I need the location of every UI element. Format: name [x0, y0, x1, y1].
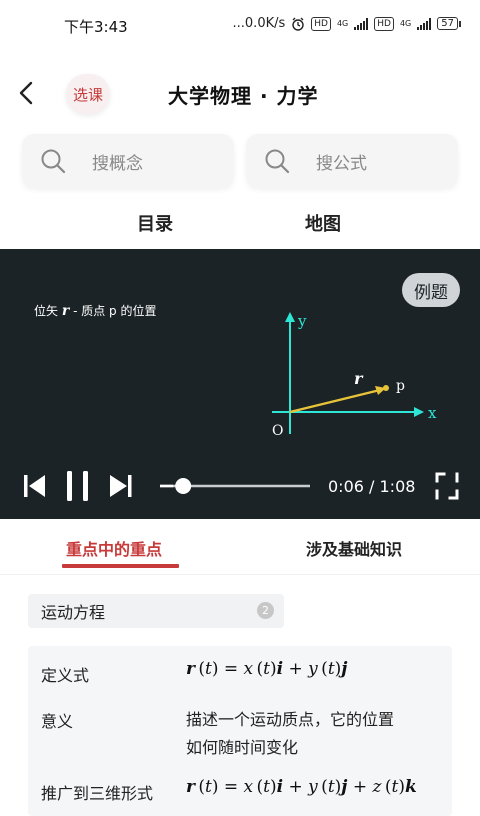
y-axis-label: y	[297, 312, 307, 330]
origin-label: O	[272, 423, 283, 439]
tab-basics[interactable]: 涉及基础知识	[306, 536, 402, 560]
signal-icon	[354, 17, 369, 30]
meaning-label: 意义	[41, 712, 74, 731]
search-icon	[265, 149, 290, 174]
hd-badge-1: HD	[311, 16, 331, 31]
definition-label: 定义式	[41, 666, 90, 685]
network-type-2: 4G	[399, 19, 412, 28]
section-title: 运动方程	[41, 603, 106, 622]
alarm-icon	[292, 17, 304, 31]
tab-active-indicator	[62, 564, 179, 568]
status-icons: ...0.0K/s HD 4G HD 4G 57	[232, 16, 461, 31]
back-button[interactable]	[14, 80, 40, 106]
search-concept-placeholder: 搜概念	[92, 153, 143, 174]
x-axis-arrow	[414, 407, 424, 417]
fullscreen-icon[interactable]	[435, 472, 459, 500]
hd-badge-2: HD	[374, 16, 394, 31]
tab-divider	[0, 574, 480, 575]
skip-forward-icon[interactable]	[110, 475, 132, 497]
vector-label: r	[354, 369, 364, 388]
tab-key-points[interactable]: 重点中的重点	[66, 536, 162, 560]
position-vector-diagram: x y O r p	[272, 312, 437, 439]
select-course-button[interactable]: 选课	[66, 74, 110, 114]
x-axis-label: x	[428, 404, 437, 422]
network-type-1: 4G	[336, 19, 349, 28]
skip-back-icon[interactable]	[24, 475, 45, 497]
page-title: 大学物理 · 力学	[168, 84, 319, 108]
meaning-line-1: 描述一个运动质点，它的位置	[186, 710, 395, 729]
section-header[interactable]: 运动方程 2	[28, 594, 284, 628]
video-caption: 位矢 r - 质点 p 的位置	[34, 302, 156, 319]
nav-catalog[interactable]: 目录	[137, 210, 173, 236]
progress-knob[interactable]	[175, 478, 192, 494]
meaning-line-2: 如何随时间变化	[186, 738, 299, 757]
search-formula-input[interactable]: 搜公式	[246, 134, 458, 188]
time-display: 0:06 / 1:08	[328, 477, 416, 496]
point-p	[383, 385, 389, 391]
search-formula-placeholder: 搜公式	[316, 153, 367, 174]
caption-suffix: - 质点 p 的位置	[73, 304, 157, 318]
pause-icon[interactable]	[67, 471, 88, 501]
position-vector	[289, 388, 381, 414]
nav-map[interactable]: 地图	[305, 210, 341, 236]
battery-icon: 57	[437, 17, 461, 30]
three-d-formula: r (t) = x (t)i + y (t)j + z (t)k	[186, 777, 417, 797]
y-axis-arrow	[285, 312, 295, 322]
caption-symbol: r	[61, 303, 70, 319]
search-icon	[41, 149, 66, 174]
search-concept-input[interactable]: 搜概念	[22, 134, 234, 188]
definition-formula: r (t) = x (t)i + y (t)j	[186, 659, 348, 679]
caption-prefix: 位矢	[34, 304, 59, 318]
point-label: p	[396, 378, 405, 394]
chevron-left-icon	[19, 81, 33, 105]
network-speed: ...0.0K/s	[232, 16, 286, 31]
three-d-label: 推广到三维形式	[41, 784, 154, 803]
section-count-badge: 2	[257, 602, 274, 619]
status-time: 下午3:43	[64, 18, 128, 36]
signal-icon-2	[417, 17, 432, 30]
